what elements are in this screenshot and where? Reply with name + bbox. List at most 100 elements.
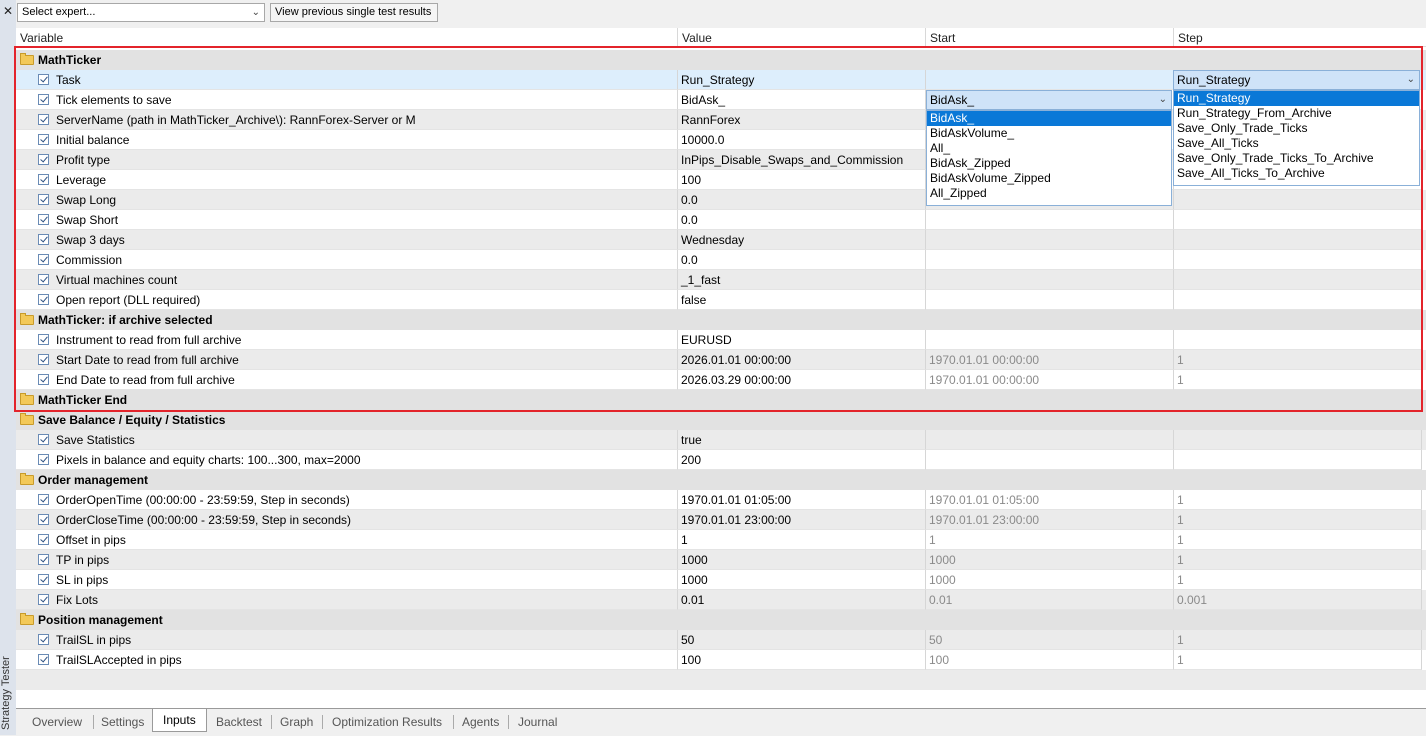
value-cell[interactable]: _1_fast	[678, 270, 926, 290]
column-header-variable[interactable]: Variable	[16, 28, 678, 47]
tab-journal[interactable]: Journal	[518, 712, 557, 732]
value-cell[interactable]: RannForex	[678, 110, 926, 130]
tab-overview[interactable]: Overview	[32, 712, 82, 732]
value-cell[interactable]: 2026.03.29 00:00:00	[678, 370, 926, 390]
step-cell[interactable]	[1174, 270, 1422, 290]
dropdown-option[interactable]: All_	[927, 141, 1171, 156]
start-cell[interactable]: 1	[926, 530, 1174, 550]
dropdown-option[interactable]: Save_Only_Trade_Ticks	[1174, 121, 1419, 136]
value-cell[interactable]: 0.01	[678, 590, 926, 610]
tab-settings[interactable]: Settings	[101, 712, 144, 732]
dropdown-option[interactable]: Run_Strategy_From_Archive	[1174, 106, 1419, 121]
tab-optimization-results[interactable]: Optimization Results	[332, 712, 442, 732]
start-cell[interactable]: 1000	[926, 550, 1174, 570]
table-row[interactable]: Swap Long 0.0	[16, 190, 1426, 210]
value-cell[interactable]: 100	[678, 170, 926, 190]
value-cell[interactable]: 0.0	[678, 190, 926, 210]
table-row[interactable]: Fix Lots 0.01 0.01 0.001	[16, 590, 1426, 610]
group-row[interactable]: Position management	[16, 610, 1426, 630]
step-cell[interactable]	[1174, 330, 1422, 350]
value-cell[interactable]: 1970.01.01 01:05:00	[678, 490, 926, 510]
table-row[interactable]: Pixels in balance and equity charts: 100…	[16, 450, 1426, 470]
step-cell[interactable]	[1174, 190, 1422, 210]
dropdown-option[interactable]: BidAskVolume_	[927, 126, 1171, 141]
start-cell[interactable]	[926, 230, 1174, 250]
expert-select[interactable]: Select expert... ⌄	[17, 3, 265, 22]
step-cell[interactable]	[1174, 290, 1422, 310]
start-cell[interactable]	[926, 290, 1174, 310]
table-row[interactable]: Open report (DLL required) false	[16, 290, 1426, 310]
table-row[interactable]: TP in pips 1000 1000 1	[16, 550, 1426, 570]
value-cell[interactable]: 1	[678, 530, 926, 550]
dropdown-option[interactable]: All_Zipped	[927, 186, 1171, 201]
close-icon[interactable]: ✕	[2, 4, 14, 18]
step-cell[interactable]: 1	[1174, 650, 1422, 670]
step-cell[interactable]	[1174, 210, 1422, 230]
dropdown-option[interactable]: BidAsk_Zipped	[927, 156, 1171, 171]
value-cell[interactable]: true	[678, 430, 926, 450]
step-cell[interactable]: 1	[1174, 530, 1422, 550]
dropdown-option[interactable]: BidAsk_	[927, 111, 1171, 126]
group-row[interactable]: MathTicker End	[16, 390, 1426, 410]
value-cell[interactable]: InPips_Disable_Swaps_and_Commission	[678, 150, 926, 170]
tab-agents[interactable]: Agents	[462, 712, 499, 732]
value-cell[interactable]: BidAsk_	[678, 90, 926, 110]
value-cell[interactable]: 0.0	[678, 250, 926, 270]
table-row[interactable]: Swap 3 days Wednesday	[16, 230, 1426, 250]
start-cell[interactable]	[926, 430, 1174, 450]
table-row[interactable]: OrderOpenTime (00:00:00 - 23:59:59, Step…	[16, 490, 1426, 510]
group-row[interactable]: MathTicker: if archive selected	[16, 310, 1426, 330]
group-row[interactable]: Save Balance / Equity / Statistics	[16, 410, 1426, 430]
dropdown-option[interactable]: BidAskVolume_Zipped	[927, 171, 1171, 186]
start-cell[interactable]: 1970.01.01 01:05:00	[926, 490, 1174, 510]
table-row[interactable]: Virtual machines count _1_fast	[16, 270, 1426, 290]
table-row[interactable]: Instrument to read from full archive EUR…	[16, 330, 1426, 350]
step-cell[interactable]	[1174, 230, 1422, 250]
dropdown-option[interactable]: Save_All_Ticks	[1174, 136, 1419, 151]
table-row[interactable]: TrailSL in pips 50 50 1	[16, 630, 1426, 650]
task-combo[interactable]: Run_Strategy ⌄	[1173, 70, 1420, 90]
value-cell[interactable]: 50	[678, 630, 926, 650]
value-cell[interactable]: Run_Strategy	[678, 70, 926, 90]
table-row[interactable]: Swap Short 0.0	[16, 210, 1426, 230]
start-cell[interactable]	[926, 70, 1174, 90]
step-cell[interactable]: 1	[1174, 550, 1422, 570]
value-cell[interactable]: 100	[678, 650, 926, 670]
step-cell[interactable]: 1	[1174, 570, 1422, 590]
table-row[interactable]: End Date to read from full archive 2026.…	[16, 370, 1426, 390]
table-row[interactable]: SL in pips 1000 1000 1	[16, 570, 1426, 590]
group-row[interactable]: Order management	[16, 470, 1426, 490]
start-cell[interactable]: 1000	[926, 570, 1174, 590]
table-row[interactable]: TrailSLAccepted in pips 100 100 1	[16, 650, 1426, 670]
view-previous-results-button[interactable]: View previous single test results	[270, 3, 438, 22]
step-cell[interactable]	[1174, 430, 1422, 450]
table-row[interactable]: Commission 0.0	[16, 250, 1426, 270]
dropdown-option[interactable]: Save_Only_Trade_Ticks_To_Archive	[1174, 151, 1419, 166]
value-cell[interactable]: 0.0	[678, 210, 926, 230]
column-header-value[interactable]: Value	[678, 28, 926, 47]
value-cell[interactable]: 1970.01.01 23:00:00	[678, 510, 926, 530]
value-cell[interactable]: 10000.0	[678, 130, 926, 150]
start-cell[interactable]	[926, 330, 1174, 350]
value-cell[interactable]: 1000	[678, 550, 926, 570]
start-cell[interactable]: 1970.01.01 23:00:00	[926, 510, 1174, 530]
tab-inputs[interactable]: Inputs	[152, 709, 207, 732]
step-cell[interactable]: 0.001	[1174, 590, 1422, 610]
table-row[interactable]: OrderCloseTime (00:00:00 - 23:59:59, Ste…	[16, 510, 1426, 530]
tab-backtest[interactable]: Backtest	[216, 712, 262, 732]
start-cell[interactable]: 50	[926, 630, 1174, 650]
value-cell[interactable]: Wednesday	[678, 230, 926, 250]
dropdown-option[interactable]: Run_Strategy	[1174, 91, 1419, 106]
table-row[interactable]: Offset in pips 1 1 1	[16, 530, 1426, 550]
column-header-start[interactable]: Start	[926, 28, 1174, 47]
start-cell[interactable]: 0.01	[926, 590, 1174, 610]
value-cell[interactable]: 200	[678, 450, 926, 470]
step-cell[interactable]: 1	[1174, 510, 1422, 530]
step-cell[interactable]: 1	[1174, 350, 1422, 370]
value-cell[interactable]: EURUSD	[678, 330, 926, 350]
tick-elements-combo[interactable]: BidAsk_ ⌄	[926, 90, 1172, 110]
table-row[interactable]: Save Statistics true	[16, 430, 1426, 450]
step-cell[interactable]: 1	[1174, 630, 1422, 650]
step-cell[interactable]: 1	[1174, 490, 1422, 510]
start-cell[interactable]: 100	[926, 650, 1174, 670]
